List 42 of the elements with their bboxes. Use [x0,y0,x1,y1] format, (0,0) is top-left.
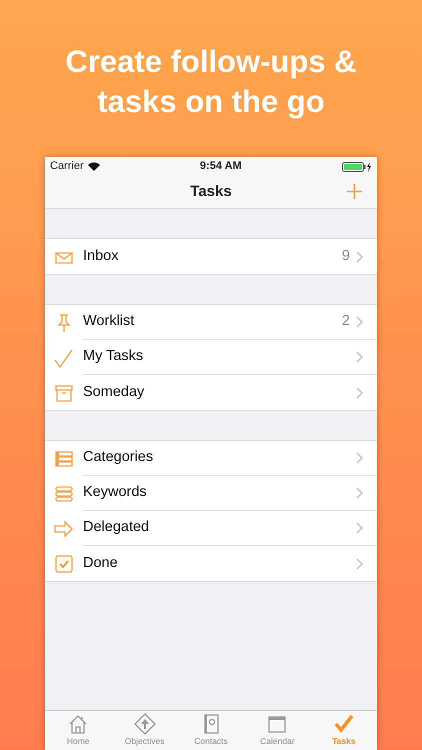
row-label: Delegated [83,519,150,537]
chevron-icon [356,351,363,363]
row-label: Keywords [83,484,148,502]
arrow-icon [54,518,74,538]
add-icon[interactable] [346,183,363,200]
chevron-icon [356,558,363,570]
time-label: 9:54 AM [200,159,242,174]
row-label: Done [83,554,119,572]
stack-icon [54,484,74,504]
battery-icon [342,162,372,172]
list-icon [54,448,74,468]
list-row[interactable]: Delegated [45,511,377,546]
chevron-icon [356,452,363,464]
diamond-icon [134,713,156,735]
row-label: My Tasks [83,348,144,366]
checkbox-icon [54,554,74,574]
chevron-icon [356,250,363,262]
count-label: 9 [342,248,350,266]
list-row[interactable]: Worklist 2 [45,305,377,340]
chevron-icon [356,316,363,328]
row-label: Someday [83,384,146,402]
box-icon [54,382,74,402]
screen-title: Tasks [190,182,232,202]
headline: tasks on the go [97,83,325,121]
carrier-label: Carrier [50,159,84,174]
wifi-icon [88,162,100,171]
checkmark-icon [332,713,355,735]
list-row[interactable]: Categories [45,441,377,476]
list-row[interactable]: My Tasks [45,340,377,375]
count-label: 2 [342,313,350,331]
list-row[interactable]: Someday [45,375,377,410]
chevron-icon [356,487,363,499]
row-label: Categories [83,449,154,467]
list-row[interactable]: Keywords [45,476,377,511]
chevron-icon [356,386,363,398]
list-row[interactable]: Inbox 9 [45,239,377,274]
row-label: Worklist [83,313,136,331]
list-row[interactable]: Done [45,546,377,581]
chevron-icon [356,522,363,534]
checkmark-icon [54,348,74,368]
headline: Create follow-ups & [65,43,357,81]
row-label: Inbox [83,248,120,266]
